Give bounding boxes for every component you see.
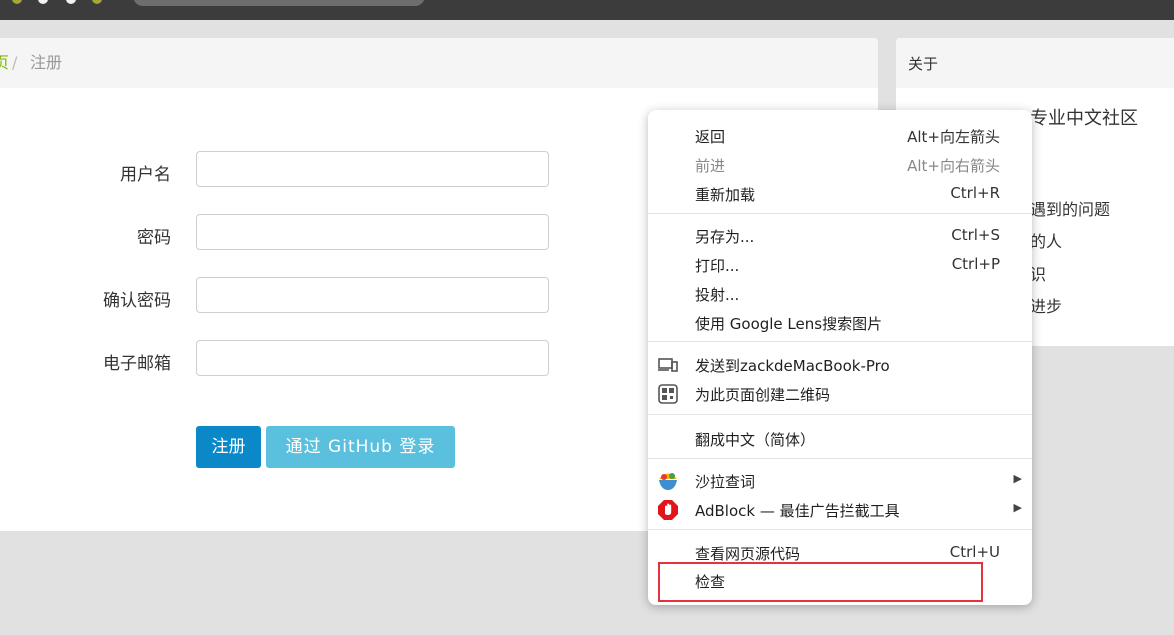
menu-divider — [648, 529, 1032, 530]
about-panel-title: 关于 — [908, 55, 939, 73]
about-list-item: 的人 — [1030, 232, 1063, 251]
about-list-item: 进步 — [1030, 297, 1063, 316]
menu-divider — [648, 458, 1032, 459]
menu-item-label: 翻成中文（简体） — [695, 431, 816, 449]
menu-item-label: 查看网页源代码 — [695, 545, 801, 563]
menu-divider — [648, 213, 1032, 214]
submenu-arrow-icon: ▶ — [1013, 472, 1022, 485]
password-label: 密码 — [137, 228, 171, 248]
salad-dict-icon — [657, 470, 679, 492]
menu-item-shortcut: Ctrl+P — [951, 255, 1000, 273]
breadcrumb-home-link[interactable]: 页 — [0, 38, 9, 88]
menu-item-label: 打印... — [695, 257, 740, 275]
breadcrumb: 页 / 注册 — [0, 38, 878, 88]
menu-item-salad-dict[interactable]: 沙拉查词 ▶ — [648, 466, 1032, 495]
menu-item-qr-code[interactable]: 为此页面创建二维码 — [648, 379, 1032, 408]
menu-item-print[interactable]: 打印... Ctrl+P — [648, 250, 1032, 279]
menu-item-google-lens[interactable]: 使用 Google Lens搜索图片 — [648, 308, 1032, 337]
github-login-button[interactable]: 通过 GitHub 登录 — [266, 426, 455, 468]
menu-item-shortcut: Alt+向右箭头 — [907, 157, 1000, 175]
menu-item-label: 前进 — [695, 157, 726, 175]
window-control-icon[interactable] — [66, 0, 76, 4]
menu-item-back[interactable]: 返回 Alt+向左箭头 — [648, 121, 1032, 150]
window-control-icon[interactable] — [38, 0, 48, 4]
about-list-item: 遇到的问题 — [1030, 200, 1111, 219]
menu-item-label: 投射... — [695, 286, 740, 304]
menu-item-forward[interactable]: 前进 Alt+向右箭头 — [648, 150, 1032, 179]
email-input[interactable] — [196, 340, 549, 376]
qr-code-icon — [657, 383, 679, 405]
confirm-password-label: 确认密码 — [103, 291, 171, 311]
menu-item-translate[interactable]: 翻成中文（简体） — [648, 424, 1032, 453]
inspect-highlight-box — [658, 562, 983, 602]
menu-item-label: 重新加载 — [695, 186, 756, 204]
register-button[interactable]: 注册 — [196, 426, 261, 468]
window-control-icon[interactable] — [92, 0, 102, 4]
menu-item-send-to-device[interactable]: 发送到zackdeMacBook-Pro — [648, 350, 1032, 379]
devices-icon — [657, 354, 679, 376]
menu-item-label: 另存为... — [695, 228, 755, 246]
submenu-arrow-icon: ▶ — [1013, 501, 1022, 514]
menu-item-shortcut: Ctrl+S — [951, 226, 1000, 244]
email-label: 电子邮箱 — [103, 354, 171, 374]
menu-divider — [648, 341, 1032, 342]
browser-toolbar — [0, 0, 1174, 20]
menu-item-label: 返回 — [695, 128, 726, 146]
breadcrumb-current: 注册 — [30, 53, 63, 72]
menu-item-label: 使用 Google Lens搜索图片 — [695, 315, 883, 333]
menu-item-save-as[interactable]: 另存为... Ctrl+S — [648, 221, 1032, 250]
context-menu: 返回 Alt+向左箭头 前进 Alt+向右箭头 重新加载 Ctrl+R 另存为.… — [648, 110, 1032, 605]
password-input[interactable] — [196, 214, 549, 250]
address-bar[interactable] — [133, 0, 425, 6]
adblock-icon — [657, 499, 679, 521]
username-label: 用户名 — [120, 165, 171, 185]
username-input[interactable] — [196, 151, 549, 187]
menu-item-label: 发送到zackdeMacBook-Pro — [695, 357, 890, 375]
about-panel-header: 关于 — [896, 38, 1174, 88]
menu-item-adblock[interactable]: AdBlock — 最佳广告拦截工具 ▶ — [648, 495, 1032, 524]
menu-item-reload[interactable]: 重新加载 Ctrl+R — [648, 179, 1032, 208]
menu-item-cast[interactable]: 投射... — [648, 279, 1032, 308]
window-control-icon[interactable] — [12, 0, 22, 4]
menu-item-label: 沙拉查词 — [695, 473, 756, 491]
confirm-password-input[interactable] — [196, 277, 549, 313]
menu-item-shortcut: Ctrl+R — [950, 184, 1000, 202]
breadcrumb-separator: / — [12, 53, 18, 72]
about-tagline: 专业中文社区 — [1030, 108, 1138, 129]
menu-item-label: 为此页面创建二维码 — [695, 386, 831, 404]
menu-item-shortcut: Alt+向左箭头 — [907, 128, 1000, 146]
menu-item-shortcut: Ctrl+U — [949, 543, 1000, 561]
menu-divider — [648, 414, 1032, 415]
menu-item-label: AdBlock — 最佳广告拦截工具 — [695, 502, 900, 520]
about-list-item: 识 — [1030, 265, 1047, 284]
